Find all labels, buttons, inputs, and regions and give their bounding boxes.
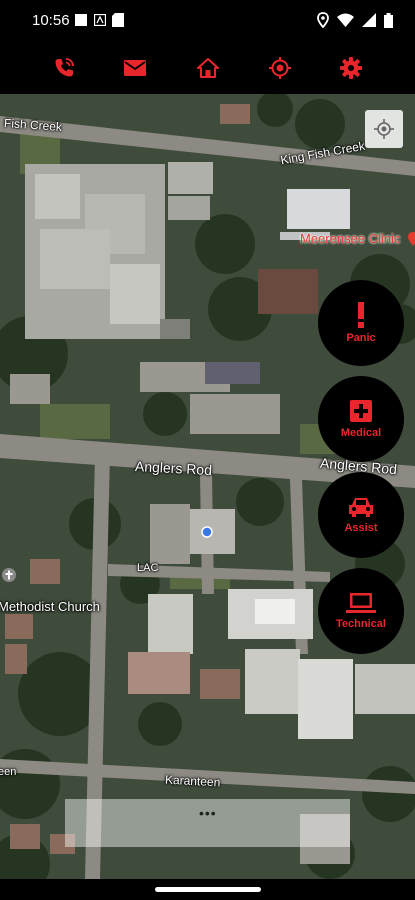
assist-label: Assist <box>344 522 378 534</box>
gear-icon <box>340 57 362 79</box>
car-icon <box>349 498 373 517</box>
label-karanteen: Karanteen <box>164 772 221 790</box>
crosshair-icon <box>269 57 291 79</box>
app-notification-icon <box>94 14 106 26</box>
mail-icon <box>124 60 146 76</box>
battery-icon <box>384 12 393 28</box>
status-time: 10:56 <box>32 12 70 29</box>
location-icon <box>317 12 329 28</box>
label-lac: LAC <box>137 562 159 574</box>
locate-me-button[interactable] <box>266 54 294 82</box>
phone-call-button[interactable] <box>50 54 78 82</box>
home-icon <box>197 58 219 78</box>
medical-button[interactable]: Medical <box>318 376 404 462</box>
sd-card-icon <box>112 13 124 27</box>
clinic-pin-icon[interactable] <box>408 232 415 246</box>
my-location-icon <box>374 119 394 139</box>
panic-label: Panic <box>346 332 376 344</box>
church-pin-icon[interactable] <box>2 568 16 582</box>
more-dots[interactable]: ••• <box>199 805 217 821</box>
status-right-icons <box>317 12 393 28</box>
square-notification-icon <box>75 14 87 26</box>
phone-call-icon <box>55 58 74 77</box>
technical-button[interactable]: Technical <box>318 568 404 654</box>
assist-button[interactable]: Assist <box>318 472 404 558</box>
map-my-location-button[interactable] <box>365 110 403 148</box>
signal-icon <box>362 13 376 27</box>
settings-button[interactable] <box>337 54 365 82</box>
system-nav-bar <box>0 879 415 900</box>
home-button[interactable] <box>194 54 222 82</box>
technical-label: Technical <box>336 618 386 630</box>
mail-button[interactable] <box>121 54 149 82</box>
panic-button[interactable]: Panic <box>318 280 404 366</box>
label-methodist-church[interactable]: Methodist Church <box>0 599 100 614</box>
wifi-icon <box>337 13 354 27</box>
label-clinic[interactable]: Meerensee Clinic <box>300 231 400 246</box>
label-een: een <box>0 766 17 778</box>
top-toolbar <box>0 42 415 94</box>
medical-cross-icon <box>350 400 372 422</box>
laptop-icon <box>346 593 376 613</box>
status-left-icons <box>74 13 124 27</box>
medical-label: Medical <box>340 427 382 439</box>
status-bar: 10:56 <box>0 0 415 42</box>
home-indicator[interactable] <box>155 887 261 892</box>
exclamation-icon <box>358 302 364 328</box>
